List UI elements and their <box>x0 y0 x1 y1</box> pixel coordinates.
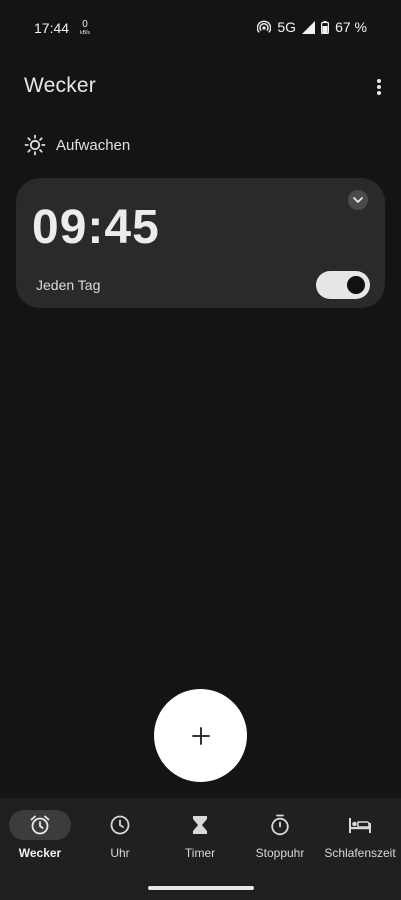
network-speed-unit: kB/s <box>80 30 90 36</box>
nav-item-schlafenszeit[interactable]: Schlafenszeit <box>320 798 400 878</box>
wakeup-section-header: Aufwachen <box>24 134 130 156</box>
sun-icon <box>24 134 46 156</box>
nav-pill <box>9 810 71 840</box>
alarm-clock-icon <box>30 815 50 835</box>
nav-item-wecker[interactable]: Wecker <box>0 798 80 878</box>
nav-item-timer[interactable]: Timer <box>160 798 240 878</box>
expand-alarm-button[interactable] <box>348 190 368 210</box>
nav-label: Uhr <box>110 846 130 860</box>
alarm-toggle[interactable] <box>316 271 370 299</box>
network-type: 5G <box>277 19 297 35</box>
bottom-navigation: Wecker Uhr Timer Stoppuhr Schlafenszeit <box>0 798 401 900</box>
alarm-card[interactable]: 09:45 Jeden Tag <box>16 178 385 308</box>
nav-pill <box>89 810 151 840</box>
plus-icon <box>191 726 210 745</box>
chevron-down-icon <box>353 197 363 203</box>
home-indicator[interactable] <box>148 886 254 890</box>
add-alarm-button[interactable] <box>154 689 247 782</box>
nav-pill <box>169 810 231 840</box>
signal-icon <box>302 20 316 34</box>
hourglass-icon <box>193 816 207 834</box>
nav-pill <box>249 810 311 840</box>
network-speed: 0 kB/s <box>78 20 92 37</box>
more-vert-icon <box>377 79 381 95</box>
section-label: Aufwachen <box>56 136 131 154</box>
nav-label: Wecker <box>18 846 62 860</box>
clock-app-screen: 17:44 0 kB/s 5G 67 % Wecker Aufwachen 09… <box>0 0 401 900</box>
nav-label: Schlafenszeit <box>324 846 396 860</box>
alarm-time[interactable]: 09:45 <box>32 200 160 255</box>
nav-label: Stoppuhr <box>255 846 305 860</box>
battery-icon <box>321 20 330 34</box>
nav-item-stoppuhr[interactable]: Stoppuhr <box>240 798 320 878</box>
nav-label: Timer <box>184 846 216 860</box>
status-time: 17:44 <box>34 20 70 36</box>
page-title: Wecker <box>24 74 96 97</box>
status-icons: 5G 67 % <box>257 19 367 35</box>
clock-icon <box>110 815 130 835</box>
nav-pill <box>329 810 391 840</box>
bed-icon <box>349 818 371 833</box>
battery-level: 67 % <box>335 19 367 35</box>
network-speed-value: 0 <box>82 19 88 30</box>
hotspot-icon <box>257 20 272 34</box>
nav-item-uhr[interactable]: Uhr <box>80 798 160 878</box>
status-bar: 17:44 0 kB/s 5G 67 % <box>0 0 401 56</box>
toggle-knob <box>347 276 365 294</box>
alarm-repeat-label: Jeden Tag <box>36 277 101 293</box>
more-options-button[interactable] <box>368 76 390 98</box>
stopwatch-icon <box>271 814 289 836</box>
